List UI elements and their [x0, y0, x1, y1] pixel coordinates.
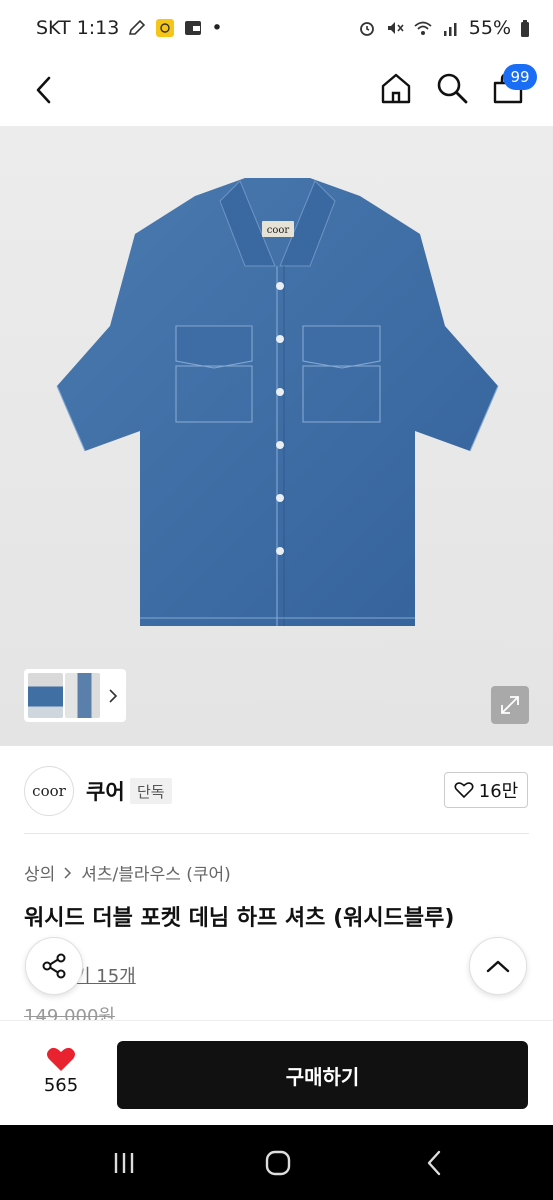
thumbnail-model-side[interactable]	[65, 673, 101, 718]
wishlist-button[interactable]: 565	[28, 1045, 94, 1105]
breadcrumb: 상의 셔츠/블라우스 (쿠어)	[24, 860, 231, 885]
edit-notification-icon	[129, 19, 146, 35]
wifi-icon	[414, 21, 432, 35]
alarm-icon	[359, 22, 374, 36]
heart-outline-icon	[454, 782, 474, 799]
cart-count-badge: 99	[503, 64, 537, 90]
product-title: 워시드 더블 포켓 데님 하프 셔츠 (워시드블루)	[24, 906, 455, 931]
expand-image-button[interactable]	[491, 686, 529, 724]
scroll-top-button[interactable]	[469, 937, 527, 995]
status-bar: SKT 1:13 • 55%	[0, 0, 553, 62]
thumbnail-next-button[interactable]	[108, 686, 122, 706]
breadcrumb-subcategory[interactable]: 셔츠/블라우스 (쿠어)	[81, 860, 231, 885]
home-button[interactable]	[376, 66, 416, 110]
search-icon	[437, 73, 468, 104]
brand-logo-text: coor	[32, 782, 66, 800]
breadcrumb-category[interactable]: 상의	[24, 860, 55, 885]
app-notification-icon	[156, 19, 175, 37]
brand-name[interactable]: 쿠어	[86, 776, 125, 806]
review-link[interactable]: 기 15개	[74, 962, 136, 988]
denim-shirt-image: coor	[56, 178, 499, 626]
status-left: SKT 1:13 •	[36, 17, 223, 39]
wallet-notification-icon	[185, 21, 202, 35]
back-chevron-icon	[427, 1150, 441, 1176]
battery-icon	[521, 20, 529, 37]
system-home-button[interactable]	[258, 1147, 298, 1179]
home-circle-icon	[265, 1150, 291, 1176]
chevron-left-icon	[36, 76, 51, 104]
battery-percent: 55%	[468, 17, 511, 39]
buy-button[interactable]: 구매하기	[117, 1041, 528, 1109]
collar-label: coor	[267, 225, 290, 236]
divider	[24, 833, 529, 834]
system-back-button[interactable]	[414, 1147, 454, 1179]
signal-icon	[443, 23, 457, 36]
recents-icon	[114, 1153, 134, 1173]
status-dot: •	[211, 17, 223, 39]
thumbnail-model-front[interactable]	[28, 673, 64, 718]
carrier-time: SKT 1:13	[36, 17, 120, 39]
chevron-right-icon	[64, 866, 72, 879]
expand-icon	[501, 696, 519, 714]
brand-logo[interactable]: coor	[24, 766, 74, 816]
brand-row: coor 쿠어 단독 16만	[0, 762, 553, 818]
brand-like-button[interactable]: 16만	[444, 772, 528, 808]
back-button[interactable]	[26, 68, 62, 112]
home-icon	[381, 73, 411, 104]
app-header: 99	[0, 62, 553, 172]
status-right: 55%	[357, 17, 531, 39]
chevron-up-icon	[486, 960, 510, 973]
chevron-right-icon	[109, 688, 118, 703]
system-nav-bar	[0, 1125, 553, 1200]
share-button[interactable]	[25, 937, 83, 995]
mute-icon	[387, 22, 404, 34]
thumbnail-strip[interactable]	[24, 669, 126, 722]
exclusive-badge: 단독	[130, 778, 172, 804]
brand-like-count: 16만	[478, 781, 519, 802]
product-image[interactable]: coor	[0, 126, 553, 746]
heart-filled-icon	[47, 1047, 75, 1071]
wishlist-count: 565	[43, 1075, 79, 1096]
recent-apps-button[interactable]	[104, 1147, 144, 1179]
share-icon	[42, 953, 66, 979]
search-button[interactable]	[432, 66, 472, 110]
purchase-bar: 565 구매하기	[0, 1020, 553, 1125]
